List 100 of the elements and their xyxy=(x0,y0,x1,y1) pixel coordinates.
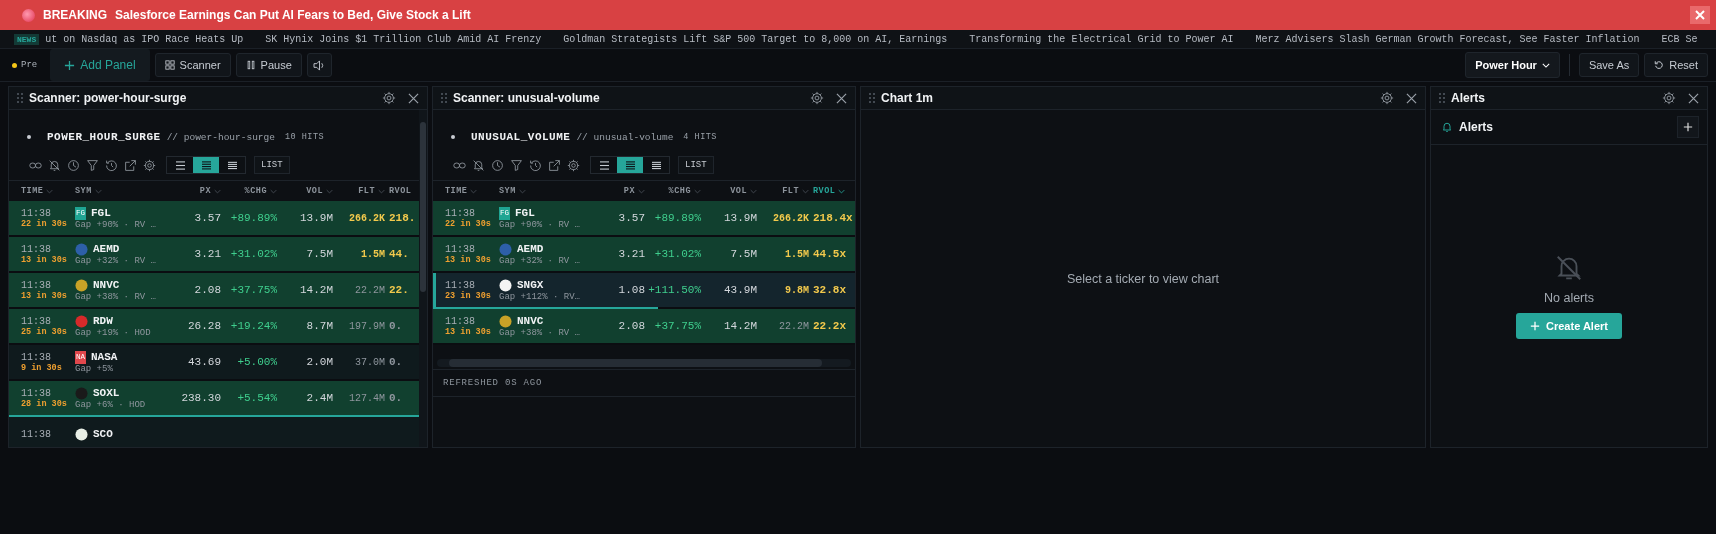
price-cell-text: 2.08 xyxy=(193,284,221,296)
add-panel-button[interactable]: Add Panel xyxy=(50,49,150,81)
pause-icon xyxy=(245,60,256,70)
filter-icon[interactable] xyxy=(510,158,523,172)
column-header[interactable]: TIME xyxy=(21,186,75,196)
clock-icon[interactable] xyxy=(67,158,80,172)
reset-button[interactable]: Reset xyxy=(1644,53,1708,77)
close-icon[interactable] xyxy=(408,92,419,104)
lines-icon xyxy=(650,160,662,170)
news-headline[interactable]: Goldman Strategists Lift S&P 500 Target to 8,000 on AI, Earnings xyxy=(563,33,948,45)
settings-icon[interactable] xyxy=(1380,91,1394,105)
column-header[interactable]: FLT xyxy=(333,186,385,196)
table-row[interactable]: 11:38 13 in 30s NNVC Gap +38% · RV … 2.08 +37.75% 14.2M 22.2M 22.2x xyxy=(433,309,855,345)
close-button[interactable] xyxy=(1690,6,1710,24)
ticker-note: Gap +38% · RV … xyxy=(75,291,157,302)
plus-icon xyxy=(1530,321,1540,331)
column-header[interactable]: SYM xyxy=(499,186,587,196)
drag-handle-icon[interactable] xyxy=(441,93,447,103)
column-header[interactable]: SYM xyxy=(75,186,163,196)
news-headline[interactable]: SK Hynix Joins $1 Trillion Club Amid AI Frenzy xyxy=(265,33,542,45)
caret-icon xyxy=(802,188,809,194)
column-header[interactable]: %CHG xyxy=(645,186,701,196)
news-tag: NEWS xyxy=(14,33,40,45)
pause-button[interactable]: Pause xyxy=(235,53,302,77)
empty-alerts-message: No alerts xyxy=(1544,291,1594,305)
list-view-button[interactable]: LIST xyxy=(254,156,290,174)
change-cell-text: +37.75% xyxy=(229,284,277,296)
news-headline[interactable]: Merz Advisers Slash German Growth Forecast, See Faster Inflation xyxy=(1255,33,1640,45)
close-icon[interactable] xyxy=(1406,92,1417,104)
column-header[interactable]: PX xyxy=(587,186,645,196)
bell-off-icon[interactable] xyxy=(48,158,61,172)
ticker-note: Gap +90% · RV … xyxy=(499,219,581,230)
news-headline[interactable]: ut on Nasdaq as IPO Race Heats Up xyxy=(45,33,244,45)
column-header[interactable]: RVOL xyxy=(385,186,419,196)
settings-icon[interactable] xyxy=(382,91,396,105)
caret-icon xyxy=(750,188,757,194)
price-cell-text: 26.28 xyxy=(187,320,221,332)
save-as-button[interactable]: Save As xyxy=(1578,53,1640,77)
volume-cell-text: 14.2M xyxy=(723,320,757,332)
session-label: Pre xyxy=(21,60,38,70)
lines-icon xyxy=(174,160,186,170)
table-row[interactable]: 11:38 25 in 30s RDW Gap +19% · HOD 26.28 +19.24% 8.7M 197.9M 0. xyxy=(9,309,419,345)
history-icon[interactable] xyxy=(529,158,542,172)
chevron-down-icon xyxy=(1541,62,1550,68)
vertical-scrollbar[interactable] xyxy=(419,110,427,447)
density-toggle[interactable] xyxy=(193,157,219,173)
column-header[interactable]: FLT xyxy=(757,186,809,196)
hit-rate-text: 25 in 30s xyxy=(21,326,68,337)
table-row[interactable]: 11:38 13 in 30s AEMD Gap +32% · RV … 3.21 +31.02% 7.5M 1.5M 44.5x xyxy=(433,237,855,273)
column-header[interactable]: RVOL xyxy=(809,186,853,196)
external-link-icon[interactable] xyxy=(548,158,561,172)
column-header[interactable]: VOL xyxy=(701,186,757,196)
drag-handle-icon[interactable] xyxy=(17,93,23,103)
table-row[interactable]: 11:38 SCO xyxy=(9,417,419,447)
price-cell-text: 43.69 xyxy=(187,356,221,368)
hit-rate-text: 13 in 30s xyxy=(445,326,492,337)
density-toggle[interactable] xyxy=(617,157,643,173)
change-cell-text: +5.00% xyxy=(236,356,277,368)
column-header[interactable]: TIME xyxy=(445,186,499,196)
close-icon xyxy=(1694,9,1706,21)
drag-handle-icon[interactable] xyxy=(869,93,875,103)
column-header[interactable]: VOL xyxy=(277,186,333,196)
drag-handle-icon[interactable] xyxy=(1439,93,1445,103)
layout-dropdown[interactable]: Power Hour xyxy=(1465,52,1560,78)
caret-icon xyxy=(470,188,478,194)
time-text: 11:38 xyxy=(445,207,476,219)
sound-button[interactable] xyxy=(306,53,332,77)
scanner-button[interactable]: Scanner xyxy=(154,53,231,77)
external-link-icon[interactable] xyxy=(124,158,137,172)
hit-rate-text: 13 in 30s xyxy=(21,254,68,265)
scanner-slug: // unusual-volume xyxy=(576,131,674,143)
ticker-symbol: FGL xyxy=(515,207,535,219)
news-headline[interactable]: ECB Se xyxy=(1661,33,1698,45)
float-cell-text: 266.2K xyxy=(772,212,809,224)
bell-off-icon[interactable] xyxy=(472,158,485,172)
add-alert-button[interactable] xyxy=(1677,116,1699,138)
float-cell-text: 197.9M xyxy=(348,320,385,332)
caret-icon xyxy=(378,188,385,194)
breaking-headline[interactable]: Salesforce Earnings Can Put AI Fears to Bed, Give Stock a Lift xyxy=(115,8,471,22)
column-header[interactable]: %CHG xyxy=(221,186,277,196)
column-header[interactable]: PX xyxy=(163,186,221,196)
settings-icon[interactable] xyxy=(810,91,824,105)
list-view-button[interactable]: LIST xyxy=(678,156,714,174)
horizontal-scrollbar[interactable] xyxy=(437,359,851,367)
table-row[interactable]: 11:38 13 in 30s NNVC Gap +38% · RV … 2.08 +37.75% 14.2M 22.2M 22. xyxy=(9,273,419,309)
hit-rate-text: 23 in 30s xyxy=(445,290,492,301)
clock-icon[interactable] xyxy=(491,158,504,172)
table-row[interactable]: 11:38 28 in 30s SOXL Gap +6% · HOD 238.30 +5.54% 2.4M 127.4M 0. xyxy=(9,381,419,417)
close-icon[interactable] xyxy=(836,92,847,104)
hit-rate-text: 13 in 30s xyxy=(21,290,68,301)
settings-icon[interactable] xyxy=(1662,91,1676,105)
table-row[interactable]: 11:38 13 in 30s AEMD Gap +32% · RV … 3.21 +31.02% 7.5M 1.5M 44. xyxy=(9,237,419,273)
settings-icon[interactable] xyxy=(143,158,156,172)
filter-icon[interactable] xyxy=(86,158,99,172)
close-icon[interactable] xyxy=(1688,92,1699,104)
table-row[interactable]: 11:38 23 in 30s SNGX Gap +112% · RV… 1.08 +111.50% 43.9M 9.8M 32.8x xyxy=(433,273,855,309)
history-icon[interactable] xyxy=(105,158,118,172)
news-headline[interactable]: Transforming the Electrical Grid to Power AI xyxy=(969,33,1234,45)
change-cell-text: +19.24% xyxy=(229,320,277,332)
settings-icon[interactable] xyxy=(567,158,580,172)
